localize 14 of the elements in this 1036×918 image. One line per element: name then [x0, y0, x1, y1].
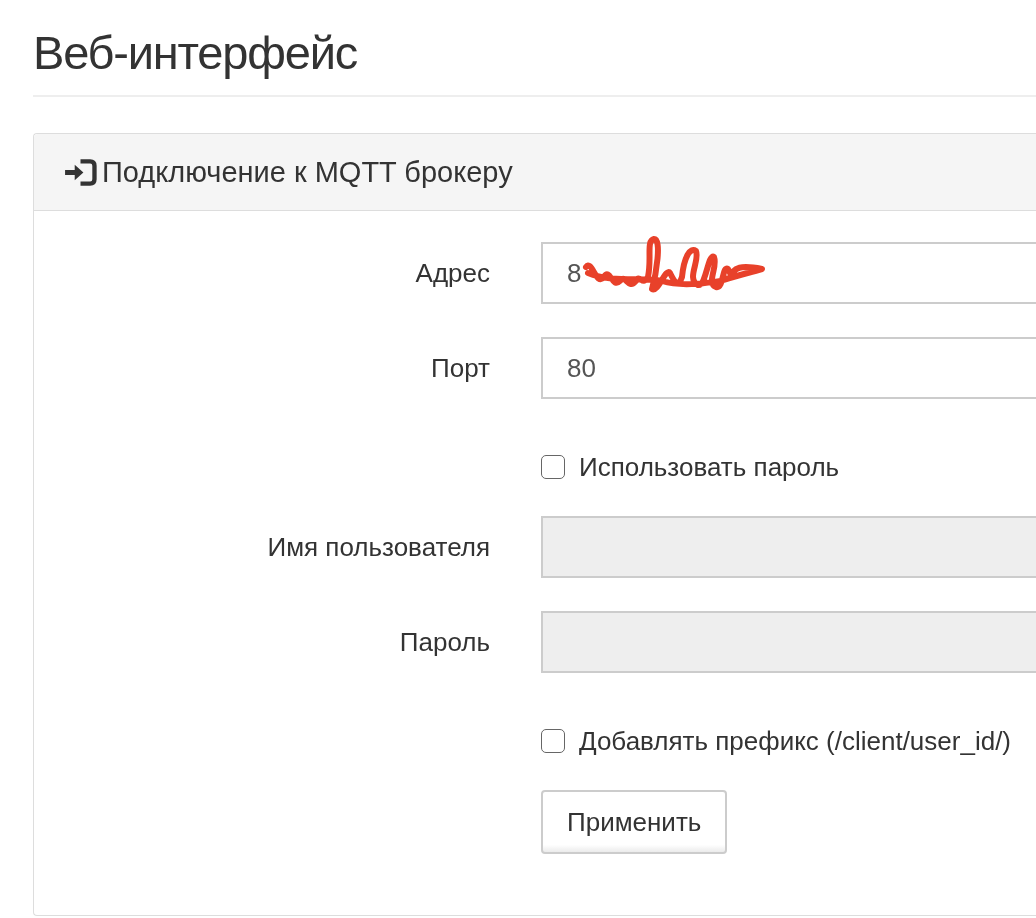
page-title: Веб-интерфейс [33, 26, 357, 79]
checkbox-label: Использовать пароль [579, 452, 840, 482]
field-label: Имя пользователя [267, 532, 490, 562]
checkbox[interactable] [541, 455, 565, 479]
checkbox-label: Добавлять префикс (/client/user_id/) [579, 726, 1012, 756]
checkbox[interactable] [541, 729, 565, 753]
field-label: Адрес [415, 258, 490, 288]
text-field[interactable]: 8 [541, 242, 1036, 304]
sign-in-icon [64, 158, 97, 186]
field-label: Порт [431, 353, 490, 383]
text-field[interactable]: 80 [541, 337, 1036, 399]
apply-button[interactable]: Применить [541, 790, 728, 854]
field-label: Пароль [399, 627, 490, 657]
panel-title: Подключение к MQTT брокеру [102, 155, 513, 189]
